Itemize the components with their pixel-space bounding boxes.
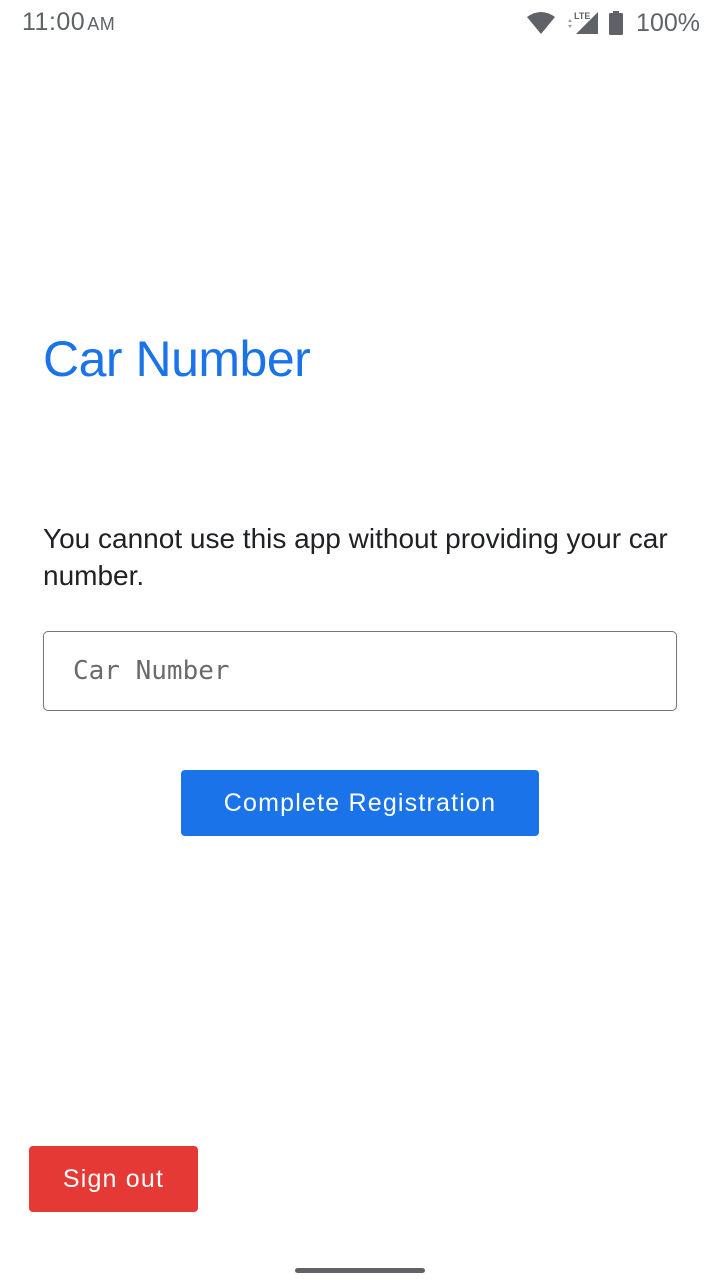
registration-screen: 11:00 AM LTE 100% Car Number You cannot …	[0, 0, 720, 1280]
status-icons: LTE 100%	[526, 8, 700, 38]
car-number-input[interactable]	[43, 631, 677, 711]
page-title: Car Number	[43, 331, 311, 387]
wifi-icon	[526, 11, 556, 35]
gesture-nav-handle[interactable]	[295, 1268, 425, 1273]
battery-icon	[608, 10, 624, 36]
complete-registration-button[interactable]: Complete Registration	[181, 770, 539, 836]
lte-signal-icon: LTE	[564, 10, 600, 36]
info-message: You cannot use this app without providin…	[43, 523, 668, 591]
status-clock: 11:00	[22, 8, 86, 36]
status-ampm: AM	[87, 14, 116, 34]
battery-percent: 100%	[636, 8, 700, 37]
status-time: 11:00 AM	[22, 8, 115, 37]
sign-out-button[interactable]: Sign out	[29, 1146, 198, 1212]
network-label: LTE	[574, 11, 590, 21]
status-bar: 11:00 AM LTE 100%	[0, 0, 720, 46]
